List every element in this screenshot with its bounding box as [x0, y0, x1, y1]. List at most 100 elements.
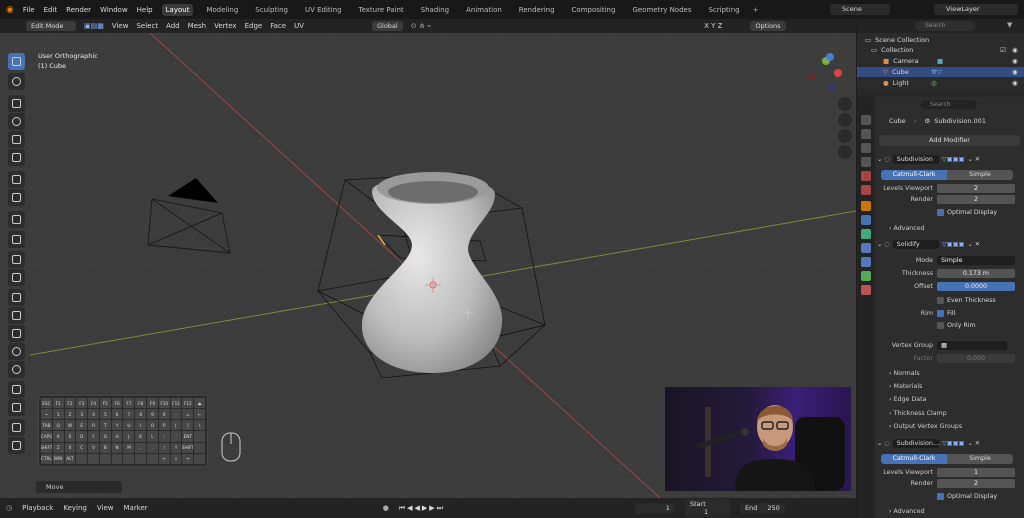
menu-vertex[interactable]: Vertex: [214, 22, 237, 30]
modifier-toggles-icon[interactable]: ▽▣▣▣: [942, 156, 965, 163]
outliner-scene-collection[interactable]: ▭ Scene Collection: [857, 35, 1024, 45]
add-cube-tool-icon[interactable]: [8, 211, 25, 228]
world-tab-icon[interactable]: [861, 185, 871, 195]
properties-search[interactable]: Search: [921, 100, 977, 109]
data-tab-icon[interactable]: [861, 271, 871, 281]
spin-tool-icon[interactable]: [8, 343, 25, 360]
materials-section[interactable]: › Materials: [889, 383, 922, 390]
snap-icon[interactable]: ⊙ ⋔ ⌁: [411, 22, 431, 30]
advanced-section-2[interactable]: › Advanced: [889, 508, 925, 515]
menu-marker[interactable]: Marker: [123, 504, 147, 512]
bevel-tool-icon[interactable]: [8, 269, 25, 286]
solidify-modifier-header[interactable]: ⌄ ◌ Solidify ▽▣▣▣ ⌄ ✕: [877, 238, 1022, 250]
shear-tool-icon[interactable]: [8, 419, 25, 436]
modifier-toggles-icon[interactable]: ▽▣▣▣: [942, 241, 965, 248]
current-frame-field[interactable]: 1: [634, 503, 675, 513]
filter-icon[interactable]: ▼: [1007, 21, 1012, 29]
inset-tool-icon[interactable]: [8, 251, 25, 268]
outliner-item-camera[interactable]: ■ Camera ■ ◉: [857, 56, 1024, 66]
subdivision-type-toggle[interactable]: Catmull-Clark Simple: [881, 170, 1013, 180]
output-vertex-groups-section[interactable]: › Output Vertex Groups: [889, 423, 962, 430]
eye-icon[interactable]: ◉: [1012, 46, 1018, 54]
menu-edge[interactable]: Edge: [245, 22, 263, 30]
output-tab-icon[interactable]: [861, 143, 871, 153]
even-thickness-checkbox[interactable]: [937, 297, 944, 304]
optimal-display-row[interactable]: Optimal Display: [875, 207, 1024, 218]
tab-compositing[interactable]: Compositing: [568, 4, 620, 16]
smooth-tool-icon[interactable]: [8, 361, 25, 378]
tab-scripting[interactable]: Scripting: [704, 4, 743, 16]
mode-selector[interactable]: Edit Mode: [26, 21, 76, 31]
tab-shading[interactable]: Shading: [417, 4, 453, 16]
menu-face[interactable]: Face: [270, 22, 286, 30]
menu-edit[interactable]: Edit: [44, 6, 58, 14]
menu-render[interactable]: Render: [66, 6, 91, 14]
menu-help[interactable]: Help: [137, 6, 153, 14]
end-frame-field[interactable]: End 250: [739, 503, 785, 513]
edge-slide-tool-icon[interactable]: [8, 381, 25, 398]
last-operator-panel[interactable]: Move: [36, 481, 122, 493]
tab-animation[interactable]: Animation: [462, 4, 506, 16]
optimal-display-row-2[interactable]: Optimal Display: [875, 491, 1024, 502]
start-frame-field[interactable]: Start 1: [684, 499, 730, 517]
menu-file[interactable]: File: [23, 6, 35, 14]
physics-tab-icon[interactable]: [861, 243, 871, 253]
outliner-item-cube[interactable]: ▽ Cube ⚒▽ ◉: [857, 67, 1024, 77]
modifier-toggles-icon[interactable]: ▽▣▣▣: [942, 440, 965, 447]
tab-sculpting[interactable]: Sculpting: [251, 4, 292, 16]
eye-icon[interactable]: ◉: [1012, 57, 1018, 65]
scale-tool-icon[interactable]: [8, 131, 25, 148]
object-tab-icon[interactable]: [861, 201, 871, 211]
only-rim-row[interactable]: Only Rim: [875, 320, 1024, 331]
subdivision2-modifier-header[interactable]: ⌄ ◌ Subdivision.... ▽▣▣▣ ⌄ ✕: [877, 437, 1022, 449]
view-layer-selector[interactable]: ViewLayer: [934, 4, 1018, 15]
menu-uv[interactable]: UV: [294, 22, 304, 30]
menu-add[interactable]: Add: [166, 22, 180, 30]
rotate-tool-icon[interactable]: [8, 113, 25, 130]
blender-logo-icon[interactable]: ◉: [6, 5, 14, 15]
outliner-search[interactable]: Search: [915, 21, 975, 31]
add-workspace-icon[interactable]: +: [753, 6, 759, 14]
advanced-section[interactable]: › Advanced: [889, 225, 925, 232]
fill-checkbox[interactable]: [937, 310, 944, 317]
eye-icon[interactable]: ◉: [1012, 68, 1018, 76]
move-tool-icon[interactable]: [8, 95, 25, 112]
view-layer-tab-icon[interactable]: [861, 157, 871, 167]
menu-window[interactable]: Window: [100, 6, 128, 14]
record-icon[interactable]: ●: [383, 504, 389, 512]
loop-cut-tool-icon[interactable]: [8, 289, 25, 306]
particles-tab-icon[interactable]: [861, 229, 871, 239]
checkbox-icon[interactable]: ☑: [1000, 46, 1006, 54]
optimal-display-checkbox[interactable]: [937, 209, 944, 216]
edge-data-section[interactable]: › Edge Data: [889, 396, 926, 403]
mirror-axes[interactable]: X Y Z: [704, 22, 722, 30]
poly-build-tool-icon[interactable]: [8, 325, 25, 342]
menu-mesh[interactable]: Mesh: [188, 22, 206, 30]
measure-tool-icon[interactable]: [8, 189, 25, 206]
menu-timeline-view[interactable]: View: [97, 504, 114, 512]
tool-tab-icon[interactable]: [861, 115, 871, 125]
knife-tool-icon[interactable]: [8, 307, 25, 324]
tab-modeling[interactable]: Modeling: [202, 4, 242, 16]
tab-layout[interactable]: Layout: [161, 3, 194, 16]
menu-view[interactable]: View: [112, 22, 129, 30]
extrude-tool-icon[interactable]: [8, 231, 25, 248]
eye-icon[interactable]: ◉: [1012, 79, 1018, 87]
menu-select[interactable]: Select: [136, 22, 158, 30]
select-tool-icon[interactable]: [8, 53, 25, 70]
constraints-tab-icon[interactable]: [861, 257, 871, 267]
subdivision-modifier-header[interactable]: ⌄ ◌ Subdivision ▽▣▣▣ ⌄ ✕: [877, 153, 1022, 165]
vertex-group-field[interactable]: ▦: [937, 341, 1007, 350]
optimal-display-checkbox[interactable]: [937, 493, 944, 500]
tab-uv-editing[interactable]: UV Editing: [301, 4, 346, 16]
thickness-clamp-section[interactable]: › Thickness Clamp: [889, 410, 947, 417]
annotate-tool-icon[interactable]: [8, 171, 25, 188]
scene-selector[interactable]: Scene: [830, 4, 890, 15]
rip-tool-icon[interactable]: [8, 437, 25, 454]
tab-rendering[interactable]: Rendering: [515, 4, 559, 16]
normals-section[interactable]: › Normals: [889, 370, 920, 377]
shrink-tool-icon[interactable]: [8, 399, 25, 416]
timeline-editor-icon[interactable]: ◷: [6, 504, 12, 512]
transform-orientation[interactable]: Global: [371, 21, 403, 31]
even-thickness-row[interactable]: Even Thickness: [875, 295, 1024, 306]
